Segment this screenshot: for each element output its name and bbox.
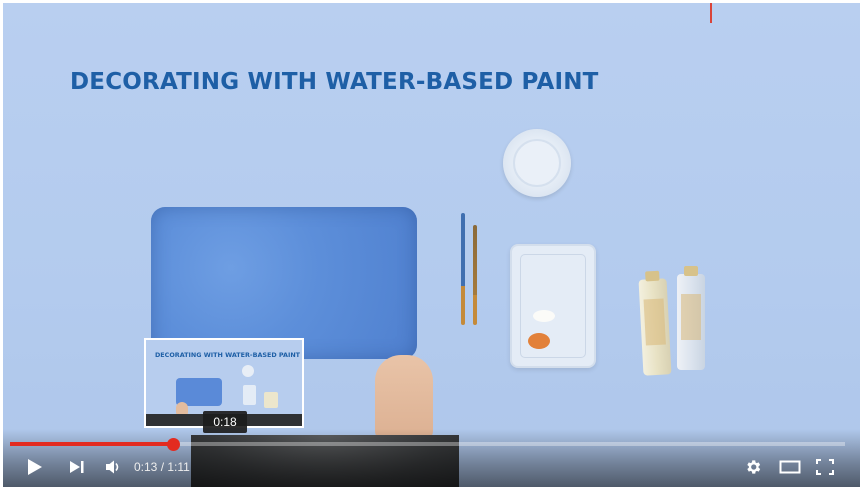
white-paint-blob <box>533 310 555 322</box>
next-button[interactable] <box>64 454 90 480</box>
progress-played <box>10 442 174 446</box>
next-icon <box>70 461 84 473</box>
time-display: 0:13 / 1:11 <box>134 460 190 474</box>
video-title-text: DECORATING WITH WATER-BASED PAINT <box>70 69 599 95</box>
video-frame[interactable]: DECORATING WITH WATER-BASED PAINT <box>3 3 860 487</box>
preview-bowl <box>242 365 254 377</box>
preview-tray <box>243 385 256 405</box>
preview-title: DECORATING WITH WATER-BASED PAINT <box>155 351 301 359</box>
tube-label <box>643 298 666 346</box>
volume-button[interactable] <box>100 454 126 480</box>
fullscreen-button[interactable] <box>812 454 838 480</box>
sponge <box>151 207 417 359</box>
paintbrush <box>473 225 477 325</box>
orange-paint-blob <box>528 333 550 349</box>
theater-mode-button[interactable] <box>776 454 804 480</box>
play-icon <box>28 459 42 475</box>
progress-bar[interactable] <box>10 437 845 451</box>
settings-button[interactable] <box>740 454 766 480</box>
preview-tubes <box>264 392 278 408</box>
gear-icon <box>747 460 761 474</box>
water-bowl <box>503 129 571 197</box>
paint-tube <box>677 266 705 370</box>
paint-tray <box>510 244 596 368</box>
progress-scrubber-handle[interactable] <box>167 437 181 451</box>
paintbrush <box>461 213 465 325</box>
red-line-mark <box>710 3 712 23</box>
tube-cap <box>684 266 698 276</box>
play-button[interactable] <box>22 454 48 480</box>
seek-preview-time: 0:18 <box>203 411 247 433</box>
paint-tube <box>638 270 672 376</box>
fullscreen-icon <box>816 459 834 475</box>
controls-gradient <box>3 429 860 487</box>
water-bowl-inner <box>513 139 561 187</box>
tube-cap <box>645 270 660 282</box>
volume-icon <box>106 460 119 474</box>
video-player[interactable]: DECORATING WITH WATER-BASED PAINT <box>3 3 860 487</box>
tube-label <box>681 294 701 340</box>
theater-mode-icon <box>779 460 801 474</box>
